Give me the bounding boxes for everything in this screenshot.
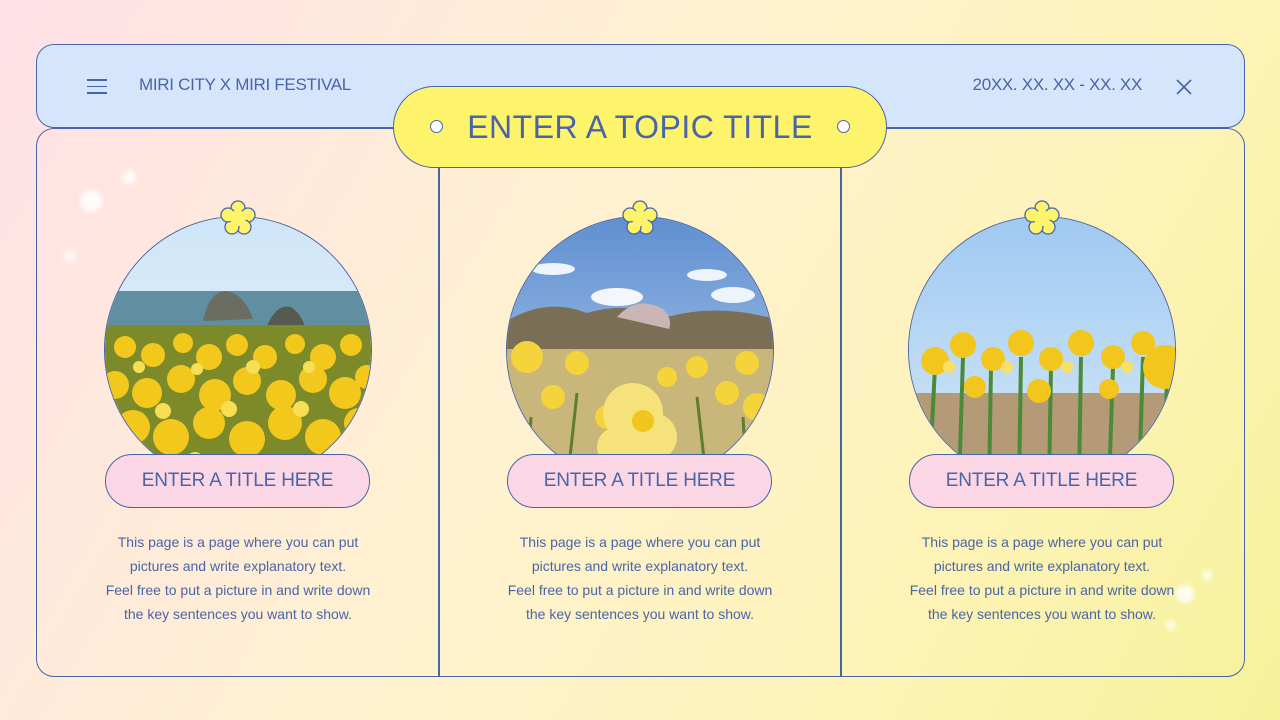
desc-line: Feel free to put a picture in and write … — [105, 582, 371, 598]
card-description: This page is a page where you can put pi… — [88, 530, 388, 626]
desc-line: This page is a page where you can put — [117, 534, 359, 550]
desc-line: This page is a page where you can put — [921, 534, 1163, 550]
column-divider — [438, 168, 440, 677]
pill-dot — [837, 120, 850, 133]
topic-title: ENTER A TOPIC TITLE — [467, 108, 813, 145]
desc-line: Feel free to put a picture in and write … — [909, 582, 1175, 598]
desc-line: pictures and write explanatory text. — [129, 558, 347, 574]
card-3: ENTER A TITLE HERE This page is a page w… — [892, 196, 1192, 636]
close-icon[interactable] — [1174, 77, 1194, 97]
card-description: This page is a page where you can put pi… — [490, 530, 790, 626]
card-photo-sea-daffodils — [104, 216, 372, 484]
card-photo-sky-daffodils — [908, 216, 1176, 484]
topic-title-pill: ENTER A TOPIC TITLE — [393, 86, 887, 168]
card-photo-hill-daffodils — [506, 216, 774, 484]
flower-icon — [220, 200, 256, 235]
card-description: This page is a page where you can put pi… — [892, 530, 1192, 626]
date-range: 20XX. XX. XX - XX. XX — [972, 75, 1143, 94]
desc-line: Feel free to put a picture in and write … — [507, 582, 773, 598]
card-2: ENTER A TITLE HERE This page is a page w… — [490, 196, 790, 636]
card-title-button[interactable]: ENTER A TITLE HERE — [507, 454, 772, 508]
desc-line: pictures and write explanatory text. — [531, 558, 749, 574]
desc-line: the key sentences you want to show. — [123, 606, 353, 622]
card-1: ENTER A TITLE HERE This page is a page w… — [88, 196, 388, 636]
column-divider — [840, 168, 842, 677]
desc-line: pictures and write explanatory text. — [933, 558, 1151, 574]
brand-title: MIRI CITY X MIRI FESTIVAL — [139, 75, 351, 94]
desc-line: This page is a page where you can put — [519, 534, 761, 550]
card-title-button[interactable]: ENTER A TITLE HERE — [909, 454, 1174, 508]
desc-line: the key sentences you want to show. — [927, 606, 1157, 622]
card-title-button[interactable]: ENTER A TITLE HERE — [105, 454, 370, 508]
flower-icon — [622, 200, 658, 235]
hamburger-menu-icon[interactable] — [87, 79, 109, 95]
desc-line: the key sentences you want to show. — [525, 606, 755, 622]
pill-dot — [430, 120, 443, 133]
flower-icon — [1024, 200, 1060, 235]
